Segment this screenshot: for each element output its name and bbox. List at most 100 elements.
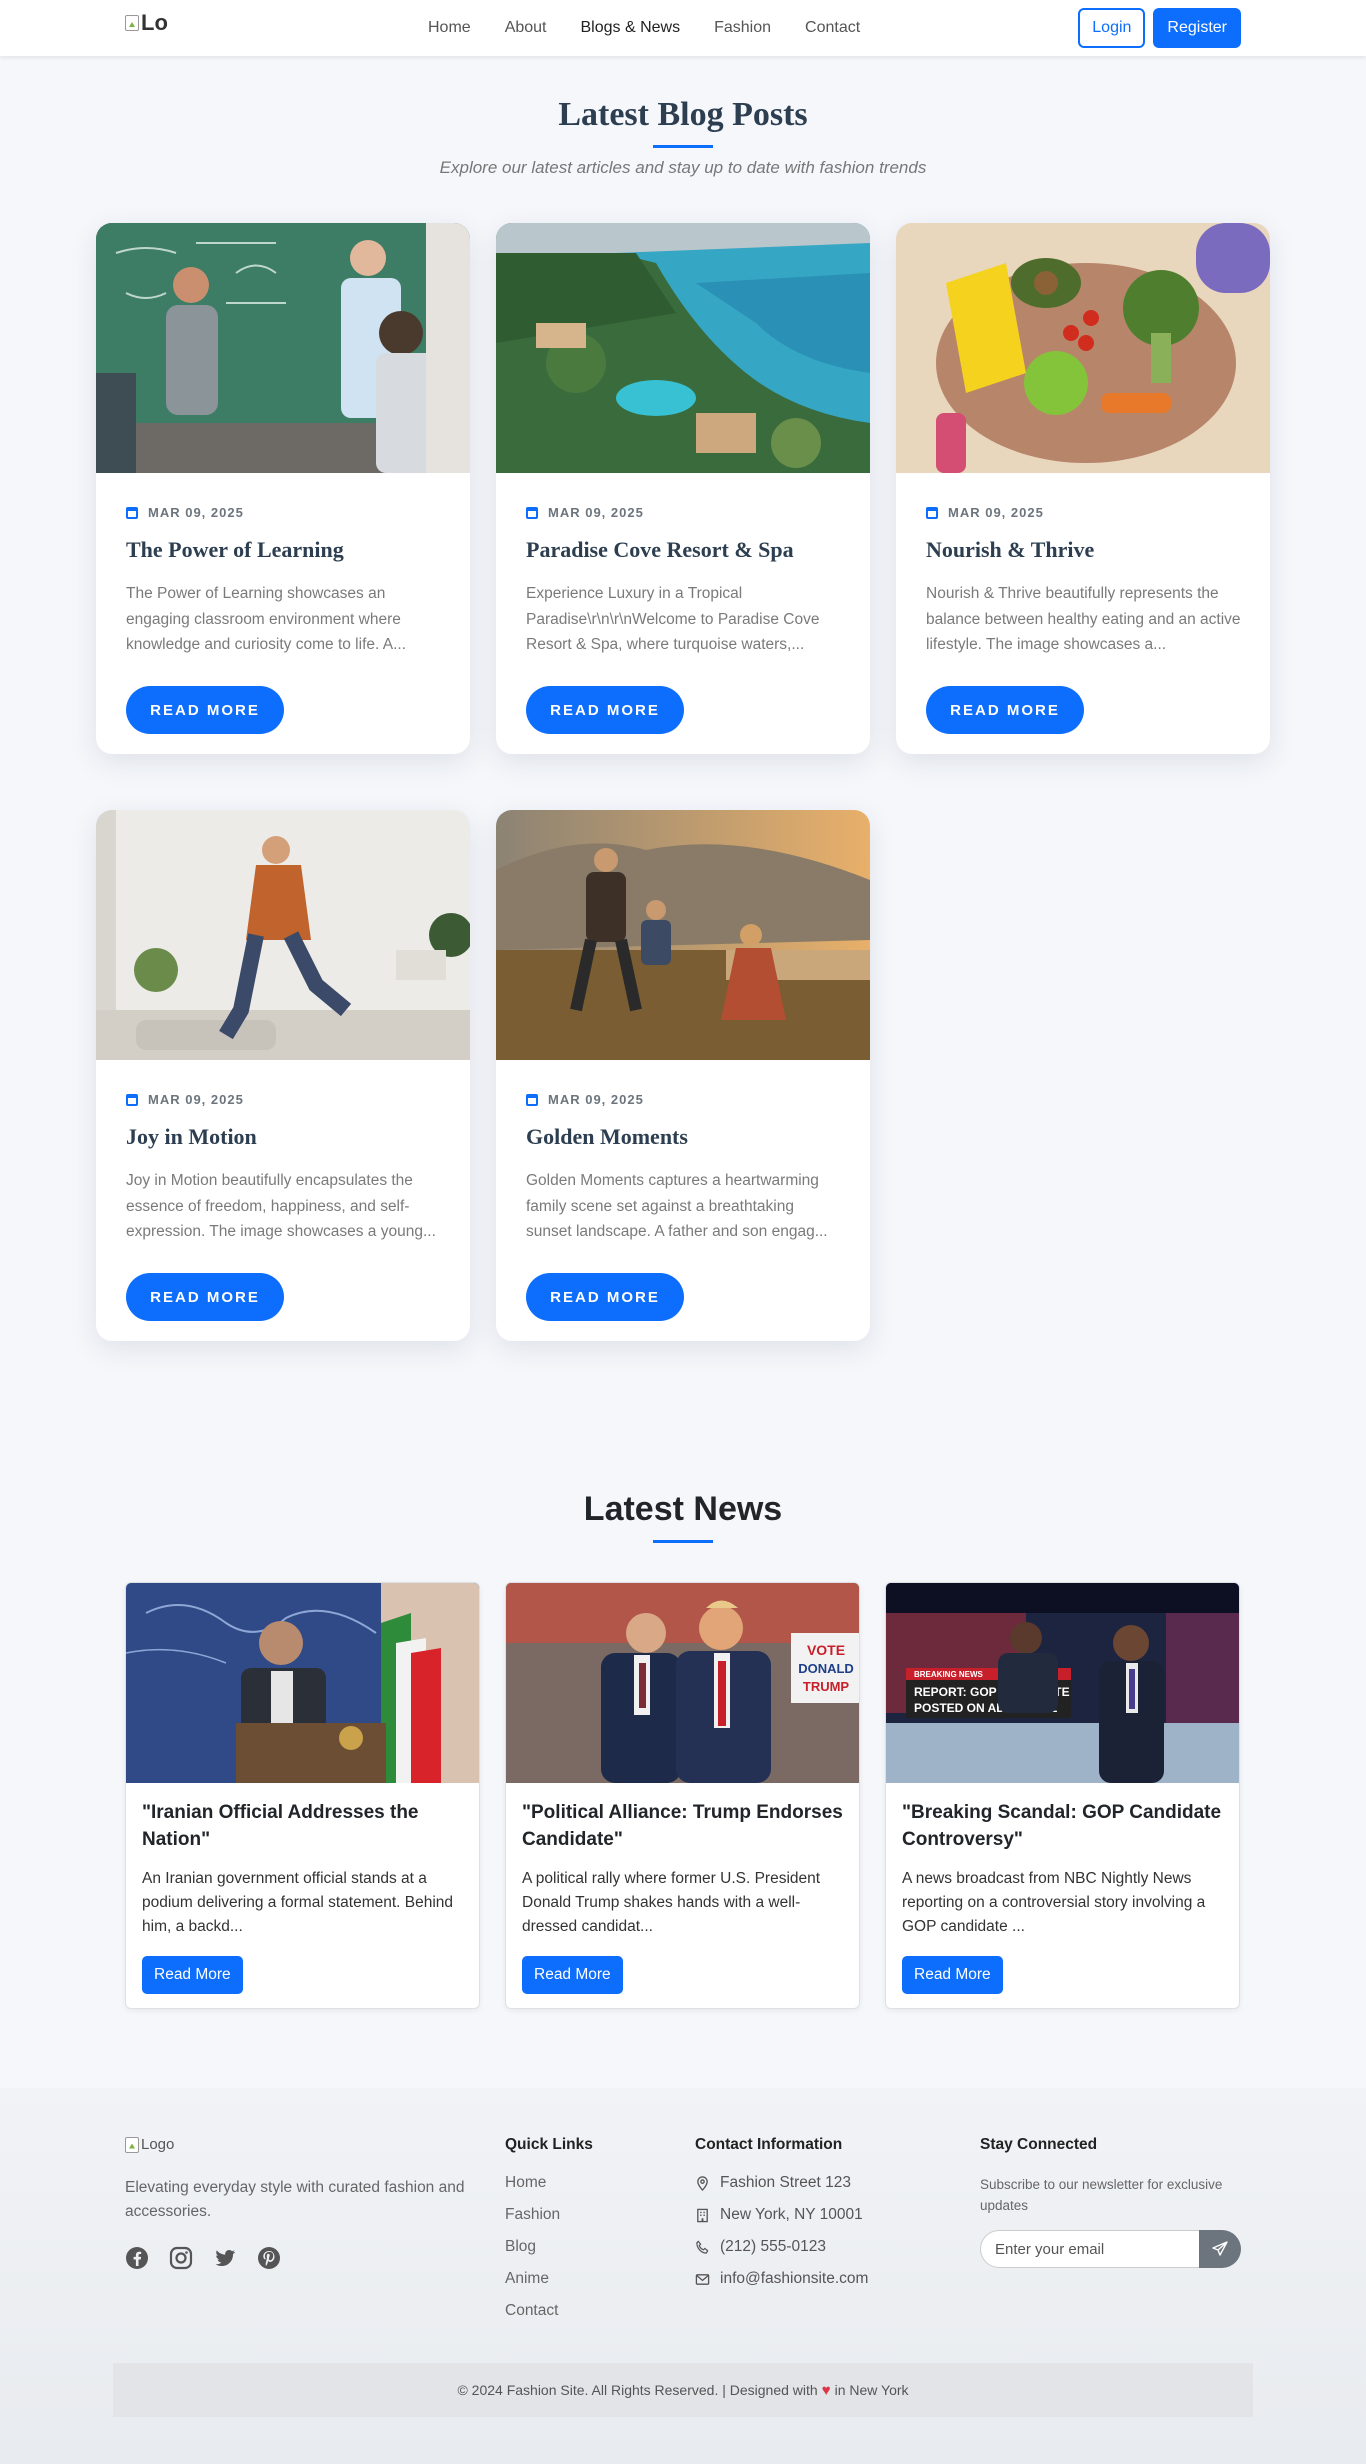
read-more-button[interactable]: Read More xyxy=(522,1956,623,1994)
news-title[interactable]: "Breaking Scandal: GOP Candidate Controv… xyxy=(902,1799,1227,1853)
blog-image-family-sunset xyxy=(496,810,870,1060)
post-excerpt: Golden Moments captures a heartwarming f… xyxy=(526,1172,828,1240)
news-title[interactable]: "Political Alliance: Trump Endorses Cand… xyxy=(522,1799,847,1853)
contact-address: Fashion Street 123 xyxy=(695,2174,851,2192)
post-excerpt: Experience Luxury in a Tropical Paradise… xyxy=(526,585,820,653)
footer-link-anime[interactable]: Anime xyxy=(505,2270,549,2288)
news-card: "Iranian Official Addresses the Nation" … xyxy=(125,1582,480,2009)
footer-link-home[interactable]: Home xyxy=(505,2174,546,2192)
post-title[interactable]: Nourish & Thrive xyxy=(926,537,1246,563)
post-excerpt: Joy in Motion beautifully encapsulates t… xyxy=(126,1172,436,1240)
read-more-button[interactable]: READ MORE xyxy=(126,686,284,734)
read-more-button[interactable]: READ MORE xyxy=(526,1273,684,1321)
copyright-bar: © 2024 Fashion Site. All Rights Reserved… xyxy=(113,2363,1253,2417)
read-more-button[interactable]: READ MORE xyxy=(526,686,684,734)
blog-card: MAR 09, 2025 Nourish & Thrive Nourish & … xyxy=(896,223,1270,754)
auth-buttons: Login Register xyxy=(1078,8,1241,48)
calendar-icon xyxy=(126,506,138,519)
nav-link-blogs-news[interactable]: Blogs & News xyxy=(564,19,698,37)
newsletter-text: Subscribe to our newsletter for exclusiv… xyxy=(980,2177,1223,2213)
nav-link-contact[interactable]: Contact xyxy=(788,19,877,37)
title-underline xyxy=(653,1540,713,1543)
site-logo[interactable]: Lo xyxy=(125,10,168,36)
news-excerpt: A political rally where former U.S. Pres… xyxy=(522,1870,821,1935)
contact-phone[interactable]: (212) 555-0123 xyxy=(695,2238,826,2256)
heart-icon: ♥ xyxy=(821,2381,831,2399)
sign-text: TRUMP xyxy=(803,1679,850,1694)
news-image-rally: VOTE DONALD TRUMP xyxy=(506,1583,859,1783)
sign-text: VOTE xyxy=(807,1642,845,1658)
read-more-button[interactable]: READ MORE xyxy=(126,1273,284,1321)
blog-image-classroom xyxy=(96,223,470,473)
stay-connected-heading: Stay Connected xyxy=(980,2136,1098,2153)
newsletter-email-input[interactable] xyxy=(980,2230,1200,2268)
post-title[interactable]: Paradise Cove Resort & Spa xyxy=(526,537,846,563)
blog-card: MAR 09, 2025 Paradise Cove Resort & Spa … xyxy=(496,223,870,754)
social-links xyxy=(125,2246,281,2270)
newsletter-submit-button[interactable] xyxy=(1199,2230,1241,2268)
phone-icon xyxy=(696,2240,709,2254)
news-section-title: Latest News xyxy=(583,1490,783,1528)
blog-card: MAR 09, 2025 Joy in Motion Joy in Motion… xyxy=(96,810,470,1341)
banner-text: BREAKING NEWS xyxy=(914,1670,984,1679)
news-image-official xyxy=(126,1583,479,1783)
copyright-text: © 2024 Fashion Site. All Rights Reserved… xyxy=(457,2382,818,2398)
register-button[interactable]: Register xyxy=(1153,8,1241,48)
post-date: MAR 09, 2025 xyxy=(526,1092,644,1107)
news-card: VOTE DONALD TRUMP "Political Alliance: T… xyxy=(505,1582,860,2009)
envelope-icon xyxy=(695,2273,710,2285)
news-title[interactable]: "Iranian Official Addresses the Nation" xyxy=(142,1799,467,1853)
building-icon xyxy=(697,2208,708,2222)
contact-heading: Contact Information xyxy=(695,2136,843,2153)
pinterest-icon[interactable] xyxy=(257,2246,281,2270)
site-footer: Logo Elevating everyday style with curat… xyxy=(0,2088,1366,2464)
logo-alt-text: Lo xyxy=(141,10,168,35)
footer-logo[interactable]: Logo xyxy=(125,2136,174,2153)
calendar-icon xyxy=(126,1093,138,1106)
news-card: BREAKING NEWS REPORT: GOP CANDIDATE POST… xyxy=(885,1582,1240,2009)
contact-city: New York, NY 10001 xyxy=(695,2206,863,2224)
footer-tagline: Elevating everyday style with curated fa… xyxy=(125,2179,465,2220)
read-more-button[interactable]: Read More xyxy=(142,1956,243,1994)
contact-email[interactable]: info@fashionsite.com xyxy=(695,2270,868,2288)
post-excerpt: Nourish & Thrive beautifully represents … xyxy=(926,585,1241,653)
blog-card: MAR 09, 2025 The Power of Learning The P… xyxy=(96,223,470,754)
nav-links: Home About Blogs & News Fashion Contact xyxy=(411,0,877,56)
blog-image-dancing xyxy=(96,810,470,1060)
read-more-button[interactable]: Read More xyxy=(902,1956,1003,1994)
instagram-icon[interactable] xyxy=(169,2246,193,2270)
news-excerpt: A news broadcast from NBC Nightly News r… xyxy=(902,1870,1206,1935)
post-title[interactable]: The Power of Learning xyxy=(126,537,446,563)
blog-image-healthy-food xyxy=(896,223,1270,473)
post-title[interactable]: Joy in Motion xyxy=(126,1124,446,1150)
blog-section-title: Latest Blog Posts xyxy=(558,96,808,133)
twitter-icon[interactable] xyxy=(213,2246,237,2270)
send-icon xyxy=(1212,2241,1228,2256)
post-date: MAR 09, 2025 xyxy=(126,1092,244,1107)
post-date: MAR 09, 2025 xyxy=(926,505,1044,520)
footer-link-blog[interactable]: Blog xyxy=(505,2238,536,2256)
post-title[interactable]: Golden Moments xyxy=(526,1124,846,1150)
footer-link-fashion[interactable]: Fashion xyxy=(505,2206,560,2224)
nav-link-fashion[interactable]: Fashion xyxy=(697,19,788,37)
post-excerpt: The Power of Learning showcases an engag… xyxy=(126,585,407,653)
read-more-button[interactable]: READ MORE xyxy=(926,686,1084,734)
nav-link-home[interactable]: Home xyxy=(411,19,488,37)
blog-image-resort xyxy=(496,223,870,473)
top-navbar: Lo Home About Blogs & News Fashion Conta… xyxy=(0,0,1366,56)
copyright-location: in New York xyxy=(834,2382,909,2398)
facebook-icon[interactable] xyxy=(125,2246,149,2270)
broken-image-icon xyxy=(125,2136,139,2153)
quick-links-heading: Quick Links xyxy=(505,2136,593,2153)
post-date: MAR 09, 2025 xyxy=(126,505,244,520)
footer-link-contact[interactable]: Contact xyxy=(505,2302,558,2320)
nav-link-about[interactable]: About xyxy=(488,19,564,37)
calendar-icon xyxy=(526,506,538,519)
blog-section-subtitle: Explore our latest articles and stay up … xyxy=(439,158,927,177)
sign-text: DONALD xyxy=(798,1661,854,1676)
calendar-icon xyxy=(526,1093,538,1106)
post-date: MAR 09, 2025 xyxy=(526,505,644,520)
news-excerpt: An Iranian government official stands at… xyxy=(142,1870,454,1935)
location-pin-icon xyxy=(697,2175,708,2191)
login-button[interactable]: Login xyxy=(1078,8,1146,48)
